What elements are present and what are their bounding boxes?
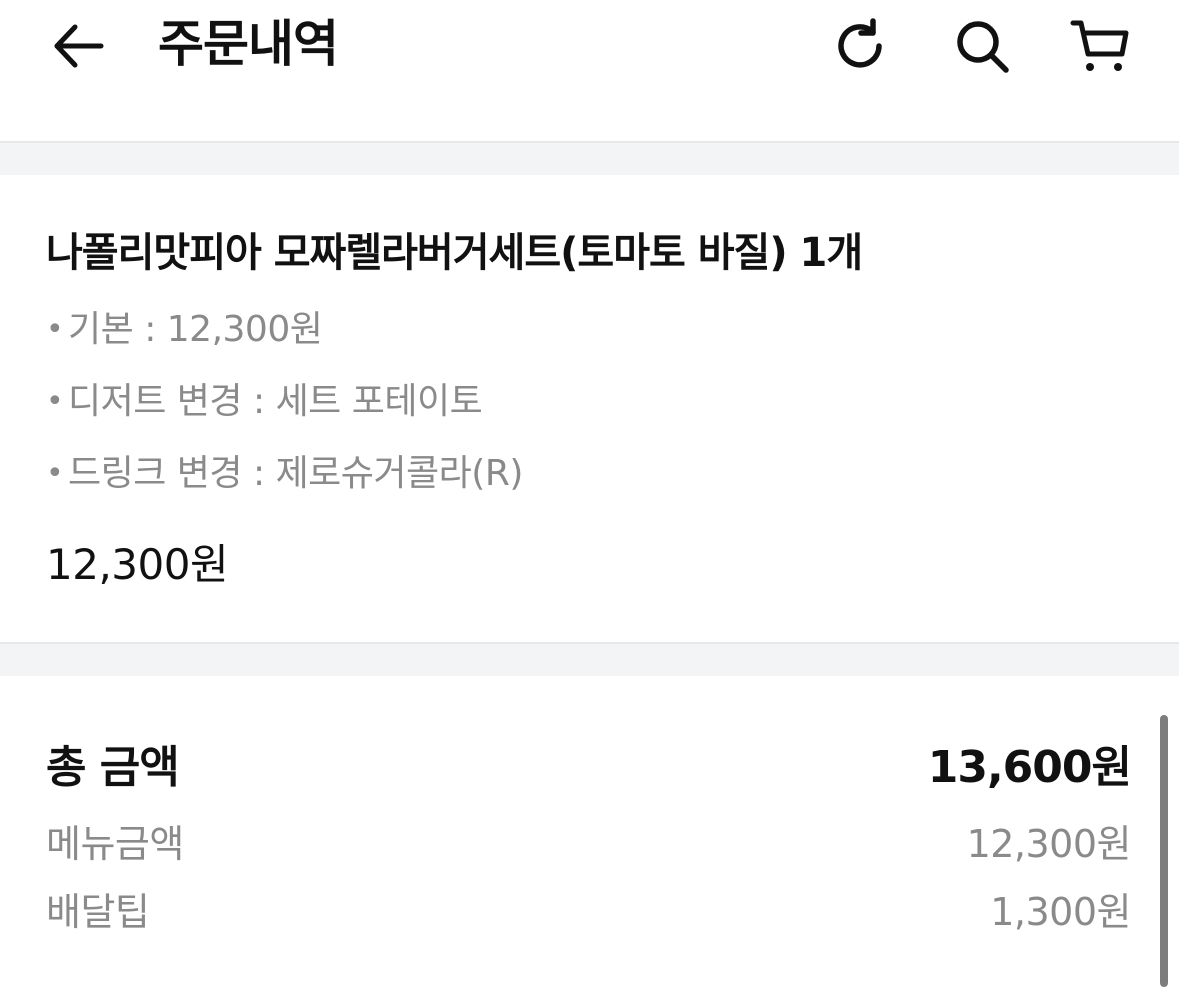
- option-line: • 드링크 변경 : 제로슈거콜라(R): [46, 444, 523, 516]
- page-title: 주문내역: [158, 15, 339, 73]
- item-price: 12,300원: [46, 540, 229, 589]
- option-value: 세트 포테이토: [275, 381, 483, 422]
- cart-button[interactable]: [1070, 16, 1130, 76]
- option-separator: :: [133, 309, 167, 350]
- option-value: 제로슈거콜라(R): [275, 453, 524, 494]
- item-name: 나폴리맛피아 모짜렐라버거세트(토마토 바질) 1개: [46, 230, 863, 276]
- search-button[interactable]: [952, 16, 1012, 76]
- bullet: •: [46, 312, 64, 347]
- option-separator: :: [242, 381, 276, 422]
- total-label: 총 금액: [46, 742, 180, 793]
- option-list: • 기본 : 12,300원 • 디저트 변경 : 세트 포테이토 • 드링크 변경 …: [46, 300, 523, 516]
- option-separator: :: [242, 453, 276, 494]
- order-item: 나폴리맛피아 모짜렐라버거세트(토마토 바질) 1개 • 기본 : 12,300원…: [0, 175, 1179, 642]
- cart-icon: [1070, 20, 1129, 71]
- scrollbar[interactable]: [1160, 715, 1168, 987]
- delivery-tip-label: 배달팁: [46, 890, 150, 934]
- search-icon: [957, 21, 1009, 73]
- option-label: 디저트 변경: [68, 381, 243, 422]
- refresh-button[interactable]: [830, 16, 890, 76]
- order-history-page: 주문내역 나폴리맛피아 모짜렐라버거세트(토마토 바질) 1개 • 기본: 1…: [0, 0, 1179, 987]
- menu-amount-label: 메뉴금액: [46, 822, 184, 866]
- option-line: • 기본 : 12,300원: [46, 300, 523, 372]
- option-value: 12,300원: [166, 309, 323, 350]
- delivery-tip-value: 1,300원: [990, 890, 1131, 934]
- option-line: • 디저트 변경 : 세트 포테이토: [46, 372, 523, 444]
- back-arrow-icon: [54, 24, 104, 68]
- refresh-icon: [838, 18, 882, 68]
- option-label: 기본: [68, 309, 134, 350]
- back-button[interactable]: [50, 18, 106, 74]
- total-value: 13,600원: [927, 742, 1132, 793]
- app-header: 주문내역: [0, 0, 1179, 141]
- bullet: •: [46, 456, 64, 491]
- option-label: 드링크 변경: [68, 453, 243, 494]
- bullet: •: [46, 384, 64, 419]
- menu-amount-value: 12,300원: [966, 822, 1132, 866]
- section-divider: [0, 141, 1179, 175]
- section-divider: [0, 642, 1179, 676]
- payment-summary: 총 금액 13,600원 메뉴금액 12,300원 배달팁 1,300원: [0, 676, 1179, 987]
